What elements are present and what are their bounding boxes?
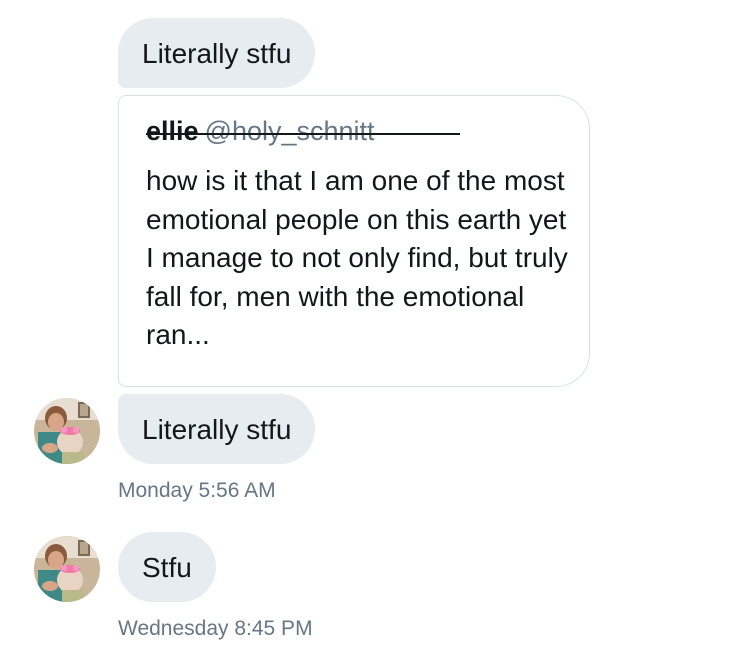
quoted-tweet-text: how is it that I am one of the most emot… [146,165,568,350]
quoted-tweet-author-name: ellie [146,116,199,146]
quoted-tweet-author-handle: @holy_schnitt [204,116,375,146]
avatar-photo-icon [34,536,100,602]
message-text: Literally stfu [142,38,292,69]
quoted-tweet-header: ellie @holy_schnitt [146,114,460,148]
message-text: Stfu [142,552,192,583]
message-bubble[interactable]: Stfu [118,532,216,602]
message-timestamp: Wednesday 8:45 PM [118,617,313,640]
message-timestamp: Monday 5:56 AM [118,479,276,502]
sender-avatar[interactable] [34,398,100,464]
message-bubble[interactable]: Literally stfu [118,394,316,464]
message-text: Literally stfu [142,414,292,445]
quoted-tweet-card[interactable]: ellie @holy_schnitt how is it that I am o… [118,95,590,387]
strikethrough-line [146,133,460,135]
sender-avatar[interactable] [34,536,100,602]
message-bubble[interactable]: Literally stfu [118,18,316,88]
avatar-photo-icon [34,398,100,464]
